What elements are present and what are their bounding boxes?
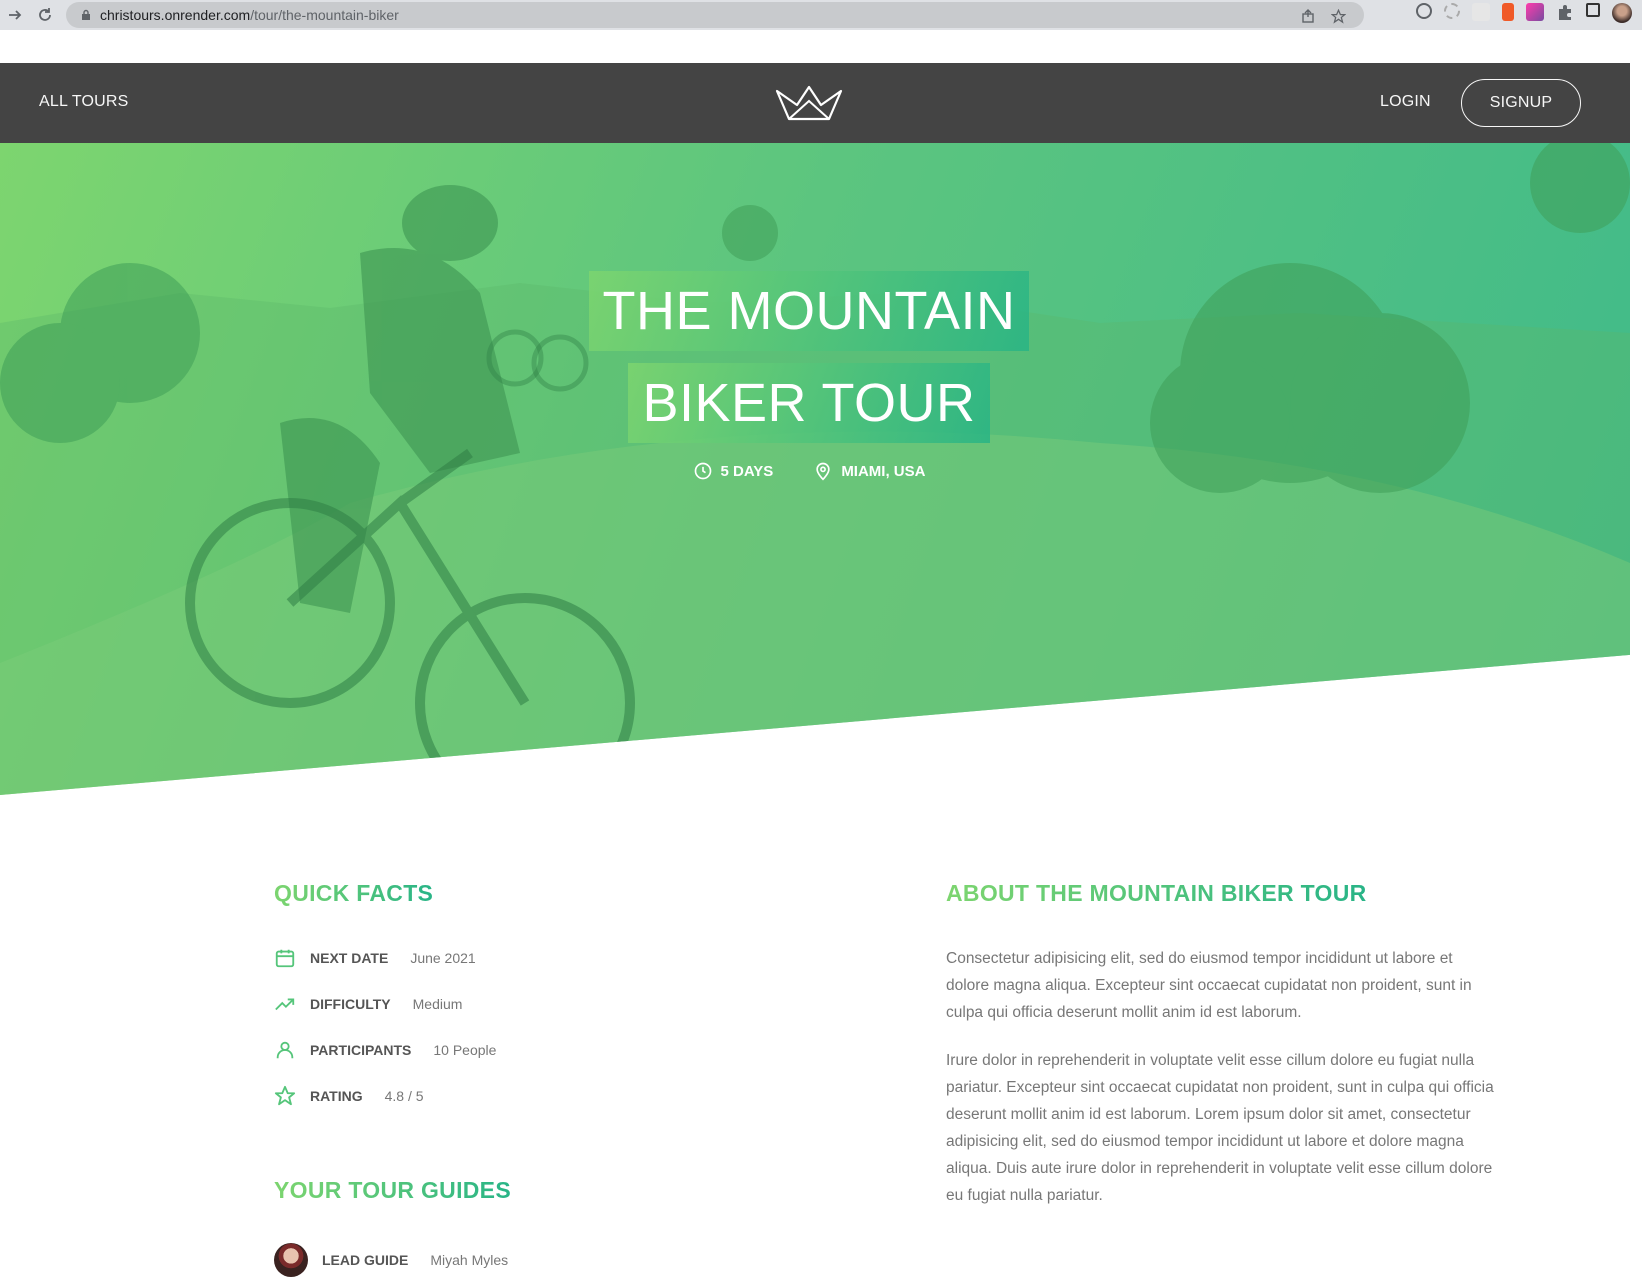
tour-title-line-1: THE MOUNTAIN <box>588 271 1030 351</box>
hero-section: THE MOUNTAIN BIKER TOUR 5 DAYS MIAMI, US… <box>0 143 1630 795</box>
hero-meta: 5 DAYS MIAMI, USA <box>0 461 1618 481</box>
tour-title-line-2: BIKER TOUR <box>628 363 990 443</box>
url-path: /tour/the-mountain-biker <box>250 7 399 23</box>
fact-value: Medium <box>412 996 463 1012</box>
signup-button[interactable]: SIGNUP <box>1461 79 1581 127</box>
extensions-puzzle-icon[interactable] <box>1556 3 1574 21</box>
fact-participants: PARTICIPANTS 10 People <box>274 1039 496 1061</box>
logo-icon[interactable] <box>775 83 843 123</box>
all-tours-link[interactable]: ALL TOURS <box>39 93 129 111</box>
quick-facts-heading: QUICK FACTS <box>274 880 434 906</box>
fact-difficulty: DIFFICULTY Medium <box>274 993 462 1015</box>
location-text: MIAMI, USA <box>841 462 926 480</box>
about-heading: ABOUT THE MOUNTAIN BIKER TOUR <box>946 880 1367 906</box>
reload-icon[interactable] <box>32 2 58 28</box>
star-icon <box>274 1085 296 1106</box>
fact-label: NEXT DATE <box>310 950 389 966</box>
tour-guides-heading: YOUR TOUR GUIDES <box>274 1177 511 1203</box>
about-paragraph-1: Consectetur adipisicing elit, sed do eiu… <box>946 950 1472 1021</box>
trending-up-icon <box>275 998 295 1011</box>
map-pin-icon <box>816 462 830 481</box>
url-domain: christours.onrender.com <box>100 7 251 23</box>
extension-gradient-icon[interactable] <box>1526 3 1544 21</box>
user-icon <box>276 1041 294 1059</box>
extension-circle-icon[interactable] <box>1416 3 1432 19</box>
fact-label: PARTICIPANTS <box>310 1042 412 1058</box>
extension-spinner-icon[interactable] <box>1444 3 1460 19</box>
extension-grid-icon[interactable] <box>1472 3 1490 21</box>
side-panel-icon[interactable] <box>1586 3 1600 17</box>
about-paragraph-2: Irure dolor in reprehenderit in voluptat… <box>946 1052 1494 1204</box>
location-badge: MIAMI, USA <box>813 461 925 481</box>
facts-column-bg <box>0 795 808 1280</box>
tour-title: THE MOUNTAIN BIKER TOUR <box>0 271 1618 443</box>
extension-fire-icon[interactable] <box>1502 3 1514 21</box>
browser-toolbar: christours.onrender.com/tour/the-mountai… <box>0 0 1642 30</box>
fact-label: RATING <box>310 1088 363 1104</box>
clock-icon <box>694 462 711 480</box>
guide-name: Miyah Myles <box>430 1252 509 1268</box>
guide-item: LEAD GUIDE Miyah Myles <box>274 1243 508 1277</box>
forward-icon[interactable] <box>2 2 28 28</box>
login-link[interactable]: LOGIN <box>1380 93 1431 111</box>
guide-avatar <box>274 1243 308 1277</box>
guide-role: LEAD GUIDE <box>322 1252 409 1268</box>
bookmark-star-icon[interactable] <box>1330 8 1346 24</box>
duration-text: 5 DAYS <box>720 462 774 480</box>
fact-value: 4.8 / 5 <box>384 1088 424 1104</box>
fact-next-date: NEXT DATE June 2021 <box>274 947 476 969</box>
fact-label: DIFFICULTY <box>310 996 391 1012</box>
profile-avatar[interactable] <box>1612 3 1632 23</box>
share-icon[interactable] <box>1300 8 1316 24</box>
duration-badge: 5 DAYS <box>693 461 774 481</box>
lock-icon <box>82 9 90 20</box>
address-bar[interactable]: christours.onrender.com/tour/the-mountai… <box>66 2 1364 28</box>
calendar-icon <box>275 949 295 968</box>
fact-rating: RATING 4.8 / 5 <box>274 1085 424 1107</box>
fact-value: June 2021 <box>410 950 476 966</box>
site-header: ALL TOURS LOGIN SIGNUP <box>0 63 1630 143</box>
fact-value: 10 People <box>433 1042 497 1058</box>
